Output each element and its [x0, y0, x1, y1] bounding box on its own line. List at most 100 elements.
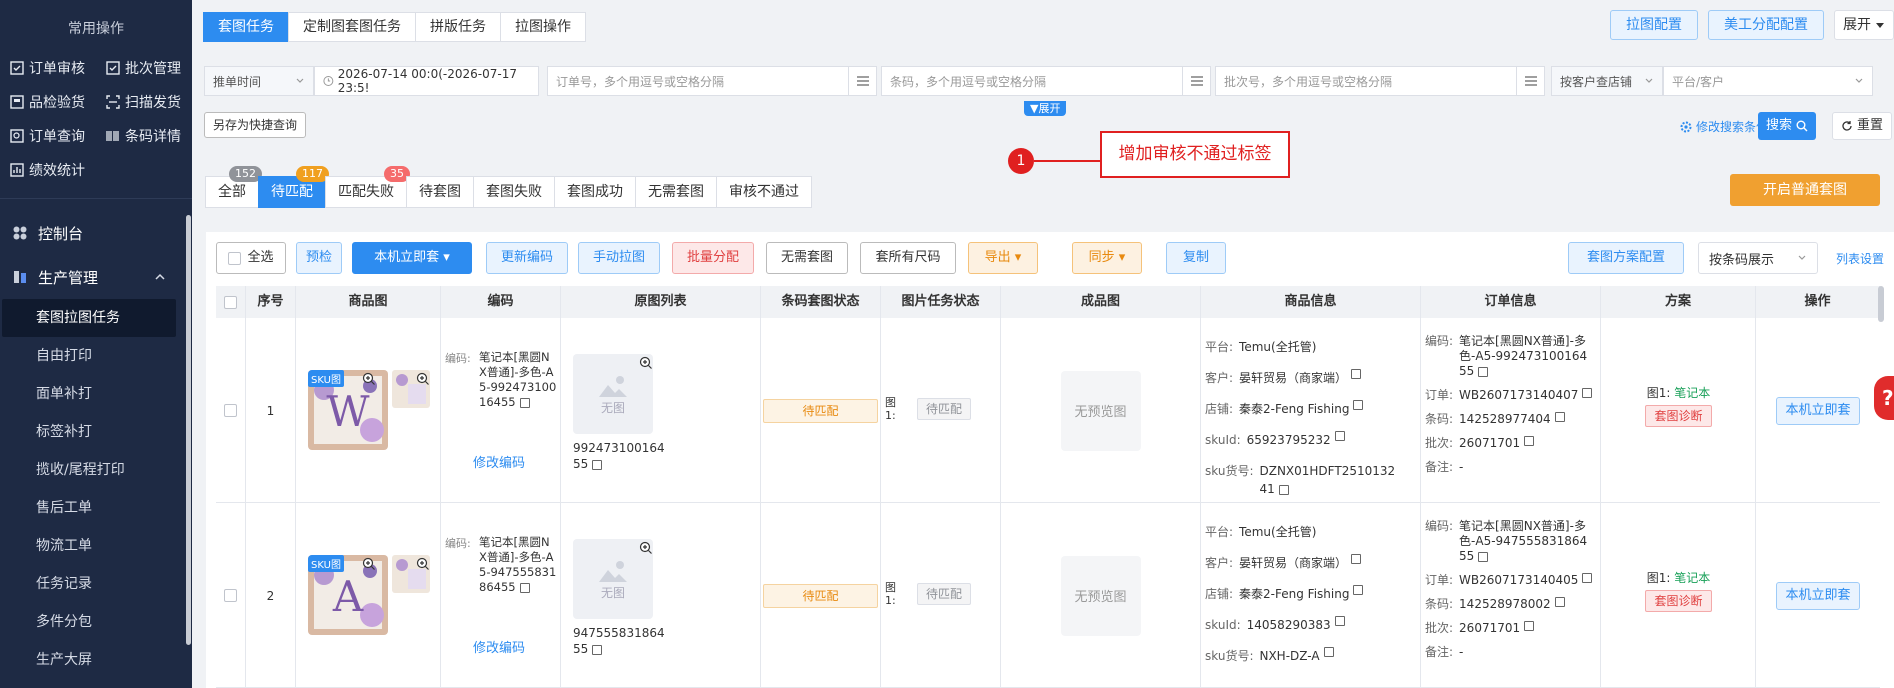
zoom-icon[interactable]: [362, 372, 376, 386]
copy-icon[interactable]: [1554, 412, 1565, 422]
sidebar-group-console[interactable]: 控制台: [0, 211, 192, 255]
status-tab-template-failed[interactable]: 套图失败: [473, 176, 555, 208]
expand-button[interactable]: 展开: [1834, 10, 1894, 40]
status-tab-review-rejected[interactable]: 审核不通过: [716, 176, 812, 208]
local-apply-button[interactable]: 本机立即套 ▾: [352, 242, 472, 274]
sidebar-group-production[interactable]: 生产管理: [0, 255, 192, 299]
row-apply-button[interactable]: 本机立即套: [1776, 581, 1860, 610]
copy-icon[interactable]: [1478, 551, 1489, 562]
quick-performance[interactable]: 绩效统计: [10, 160, 192, 180]
quick-order-query[interactable]: 订单查询: [10, 126, 106, 146]
status-tab-match-failed[interactable]: 匹配失败 35: [325, 166, 410, 208]
export-button[interactable]: 导出 ▾: [968, 242, 1038, 274]
copy-icon[interactable]: [1323, 647, 1334, 657]
display-mode-select[interactable]: 按条码展示: [1698, 242, 1818, 274]
copy-icon[interactable]: [592, 459, 603, 470]
sidebar-item-task[interactable]: 套图拉图任务: [2, 299, 176, 337]
tab-custom-template-task[interactable]: 定制图套图任务: [288, 12, 416, 42]
quick-quality-check[interactable]: 品检验货: [10, 92, 106, 112]
copy-icon[interactable]: [1582, 573, 1593, 583]
list-toggle[interactable]: [1516, 67, 1544, 95]
list-toggle[interactable]: [1182, 67, 1210, 95]
order-no-input[interactable]: 订单号，多个用逗号或空格分隔: [547, 66, 877, 96]
platform-select[interactable]: 平台/客户: [1663, 66, 1873, 96]
row-checkbox[interactable]: [224, 589, 237, 602]
status-tab-no-template[interactable]: 无需套图: [635, 176, 717, 208]
start-template-button[interactable]: 开启普通套图: [1730, 174, 1880, 206]
copy-icon[interactable]: [1351, 554, 1362, 564]
tab-pull-operation[interactable]: 拉图操作: [500, 12, 586, 42]
zoom-icon[interactable]: [639, 541, 653, 555]
sidebar-item-pickup-print[interactable]: 揽收/尾程打印: [0, 451, 192, 489]
copy-icon[interactable]: [592, 644, 603, 655]
sidebar-item-free-print[interactable]: 自由打印: [0, 337, 192, 375]
zoom-icon[interactable]: [416, 557, 430, 571]
copy-icon[interactable]: [1334, 616, 1345, 626]
quick-barcode-detail[interactable]: 条码详情: [106, 126, 202, 146]
copy-icon[interactable]: [1353, 400, 1364, 410]
sidebar-item-logistics[interactable]: 物流工单: [0, 527, 192, 565]
zoom-icon[interactable]: [362, 557, 376, 571]
status-tab-all[interactable]: 全部 152: [205, 166, 262, 208]
sidebar-item-aftersale[interactable]: 售后工单: [0, 489, 192, 527]
modify-code-link[interactable]: 修改编码: [473, 452, 525, 471]
sort-select[interactable]: 推单时间: [204, 66, 314, 96]
pull-config-button[interactable]: 拉图配置: [1610, 10, 1698, 40]
zoom-icon[interactable]: [639, 356, 653, 370]
copy-icon[interactable]: [1351, 369, 1362, 379]
store-select[interactable]: 按客户查店铺: [1551, 66, 1663, 96]
list-toggle[interactable]: [848, 67, 876, 95]
tab-layout-task[interactable]: 拼版任务: [415, 12, 501, 42]
copy-icon[interactable]: [1554, 597, 1565, 607]
copy-icon[interactable]: [1334, 431, 1345, 441]
copy-icon[interactable]: [1478, 366, 1489, 377]
modify-code-link[interactable]: 修改编码: [473, 637, 525, 656]
batch-assign-button[interactable]: 批量分配: [672, 242, 754, 274]
status-tab-pending-template[interactable]: 待套图: [406, 176, 474, 208]
help-float-button[interactable]: ?: [1874, 376, 1894, 420]
no-template-button[interactable]: 无需套图: [766, 242, 848, 274]
sync-button[interactable]: 同步 ▾: [1072, 242, 1142, 274]
product-image[interactable]: A SKU图: [308, 555, 388, 635]
diagnose-tag[interactable]: 套图诊断: [1645, 405, 1712, 427]
product-image[interactable]: W SKU图: [308, 370, 388, 450]
select-all-checkbox[interactable]: 全选: [216, 242, 286, 274]
precheck-button[interactable]: 预检: [296, 242, 342, 274]
tab-template-task[interactable]: 套图任务: [203, 12, 289, 42]
copy-icon[interactable]: [1524, 621, 1535, 631]
artist-config-button[interactable]: 美工分配配置: [1708, 10, 1824, 40]
row-checkbox[interactable]: [224, 404, 237, 417]
batch-no-input[interactable]: 批次号，多个用逗号或空格分隔: [1215, 66, 1545, 96]
diagnose-tag[interactable]: 套图诊断: [1645, 590, 1712, 612]
status-tab-template-success[interactable]: 套图成功: [554, 176, 636, 208]
table-scrollbar[interactable]: [1878, 286, 1884, 322]
copy-icon[interactable]: [1353, 585, 1364, 595]
sidebar-item-label-reprint[interactable]: 标签补打: [0, 413, 192, 451]
sidebar-scrollbar[interactable]: [186, 215, 191, 645]
copy-icon[interactable]: [1524, 436, 1535, 446]
copy-icon[interactable]: [519, 582, 530, 593]
sidebar-item-task-log[interactable]: 任务记录: [0, 565, 192, 603]
plan-config-button[interactable]: 套图方案配置: [1568, 242, 1684, 274]
manual-pull-button[interactable]: 手动拉图: [578, 242, 660, 274]
header-checkbox[interactable]: [224, 295, 237, 309]
copy-icon[interactable]: [1582, 388, 1593, 398]
sidebar-item-multi-pack[interactable]: 多件分包: [0, 603, 192, 641]
quick-order-review[interactable]: 订单审核: [10, 58, 106, 78]
search-button[interactable]: 搜索: [1757, 112, 1816, 140]
barcode-input[interactable]: 条码，多个用逗号或空格分隔: [881, 66, 1211, 96]
sidebar-item-big-screen[interactable]: 生产大屏: [0, 641, 192, 679]
checkbox[interactable]: [228, 251, 242, 265]
zoom-icon[interactable]: [416, 372, 430, 386]
date-range-input[interactable]: 2026-07-14 00:0(-2026-07-17 23:5!: [314, 66, 539, 96]
quick-scan-ship[interactable]: 扫描发货: [106, 92, 202, 112]
list-settings-link[interactable]: 列表设置: [1836, 250, 1884, 267]
copy-icon[interactable]: [1278, 484, 1289, 495]
status-tab-pending-match[interactable]: 待匹配 117: [258, 166, 329, 208]
quick-batch-manage[interactable]: 批次管理: [106, 58, 202, 78]
copy-icon[interactable]: [519, 397, 530, 408]
copy-button[interactable]: 复制: [1166, 242, 1226, 274]
all-sizes-button[interactable]: 套所有尺码: [860, 242, 956, 274]
save-quick-query-button[interactable]: 另存为快捷查询: [204, 112, 307, 138]
sidebar-item-waybill-reprint[interactable]: 面单补打: [0, 375, 192, 413]
